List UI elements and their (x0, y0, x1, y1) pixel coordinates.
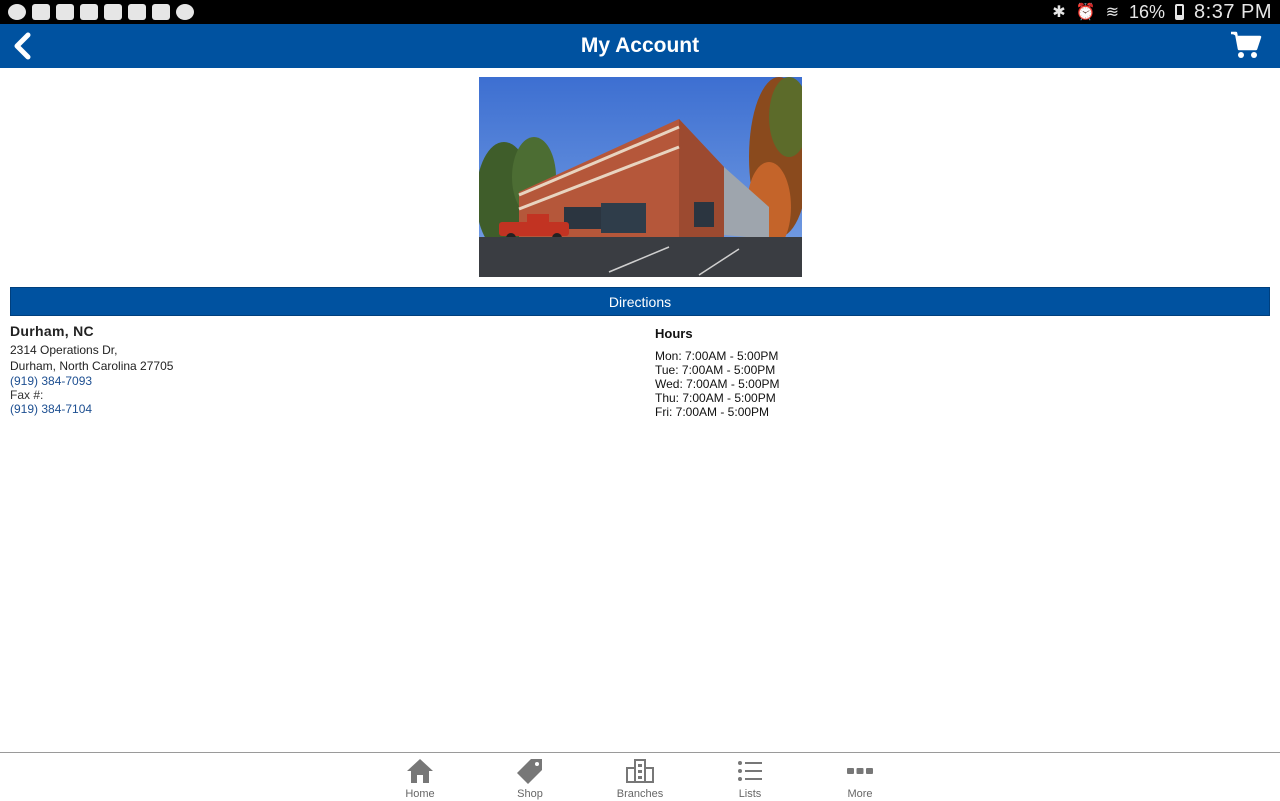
wifi-icon: ≋ (1105, 4, 1119, 21)
nav-more-label: More (847, 788, 873, 800)
system-status: ✱ ⏰ ≋ 16% 8:37 PM (1052, 1, 1272, 24)
hours-section: Hours Mon: 7:00AM - 5:00PM Tue: 7:00AM -… (655, 326, 1055, 419)
fax-link[interactable]: (919) 384-7104 (10, 402, 610, 416)
buildings-icon (626, 759, 654, 783)
hours-line: Tue: 7:00AM - 5:00PM (655, 363, 776, 377)
battery-icon (1175, 4, 1185, 20)
phone-link[interactable]: (919) 384-7093 (10, 374, 610, 388)
shop-bag-icon (152, 4, 170, 20)
cart-button[interactable] (1230, 30, 1262, 60)
hours-line: Fri: 7:00AM - 5:00PM (655, 405, 770, 419)
more-icon (847, 768, 873, 774)
branch-photo (479, 77, 802, 277)
clock: 8:37 PM (1194, 0, 1272, 23)
branch-name: Durham, NC (10, 323, 94, 339)
fax-label: Fax #: (10, 388, 44, 402)
hours-line: Wed: 7:00AM - 5:00PM (655, 377, 780, 391)
address-line-2: Durham, North Carolina 27705 (10, 359, 174, 373)
clipboard-check-icon (128, 4, 146, 20)
notification-icons (8, 4, 194, 20)
page-title: My Account (580, 34, 700, 57)
alarm-icon: ⏰ (1075, 4, 1096, 21)
nav-branches[interactable]: Branches (585, 753, 695, 801)
tag-icon (517, 759, 542, 784)
bluetooth-icon: ✱ (1052, 4, 1066, 21)
nav-home[interactable]: Home (365, 753, 475, 801)
nav-lists-label: Lists (738, 788, 762, 800)
hours-title: Hours (655, 326, 693, 341)
address-line-1: 2314 Operations Dr, (10, 343, 118, 357)
hours-line: Thu: 7:00AM - 5:00PM (655, 391, 776, 405)
cart-icon (1231, 31, 1262, 58)
status-bar: ✱ ⏰ ≋ 16% 8:37 PM (0, 0, 1280, 24)
compass-icon (176, 4, 194, 20)
bottom-nav: Home Shop Branches Lists More (0, 752, 1280, 800)
stamp-icon (56, 4, 74, 20)
facebook-icon (104, 4, 122, 20)
nav-branches-label: Branches (616, 788, 664, 800)
back-button[interactable] (6, 28, 42, 64)
nav-more[interactable]: More (805, 753, 915, 801)
app-bar: My Account (0, 24, 1280, 68)
home-icon (407, 759, 433, 783)
chevron-left-icon (14, 32, 31, 60)
hours-line: Mon: 7:00AM - 5:00PM (655, 349, 779, 363)
screen-cast-icon (32, 4, 50, 20)
image-icon (80, 4, 98, 20)
nav-shop[interactable]: Shop (475, 753, 585, 801)
list-icon (738, 761, 762, 781)
building-photo (479, 77, 802, 277)
branch-info: Durham, NC 2314 Operations Dr, Durham, N… (10, 324, 610, 416)
nav-shop-label: Shop (517, 788, 543, 800)
battery-percent: 16% (1128, 1, 1166, 22)
directions-button[interactable]: Directions (10, 287, 1270, 316)
location-icon (8, 4, 26, 20)
nav-home-label: Home (405, 788, 435, 800)
nav-lists[interactable]: Lists (695, 753, 805, 801)
